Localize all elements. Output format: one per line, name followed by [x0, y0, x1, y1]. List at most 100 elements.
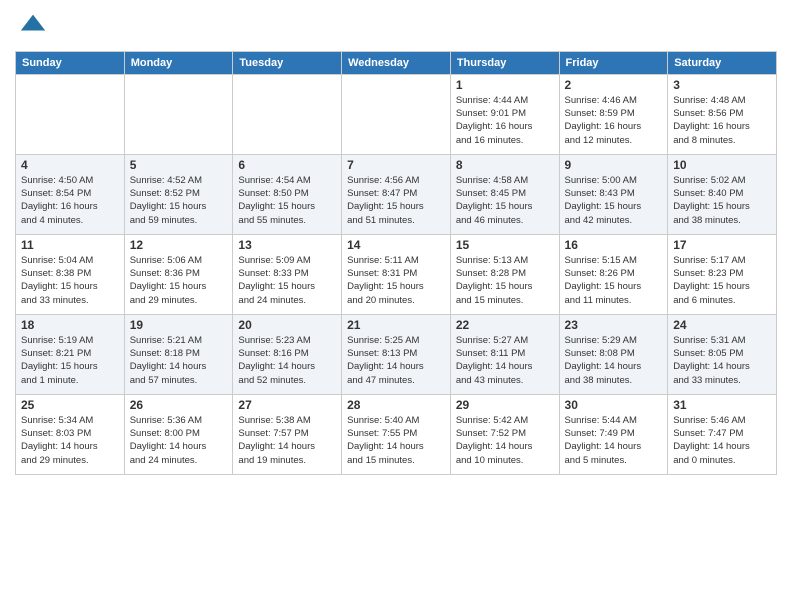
day-number: 2: [565, 78, 663, 92]
day-cell: 25 Sunrise: 5:34 AM Sunset: 8:03 PM Dayli…: [16, 394, 125, 474]
day-cell: 6 Sunrise: 4:54 AM Sunset: 8:50 PM Daylig…: [233, 154, 342, 234]
day-info: Sunrise: 5:17 AM Sunset: 8:23 PM Dayligh…: [673, 254, 771, 307]
week-row-3: 11 Sunrise: 5:04 AM Sunset: 8:38 PM Dayli…: [16, 234, 777, 314]
day-cell: 18Sunrise: 5:19 AM Sunset: 8:21 PM Dayli…: [16, 314, 125, 394]
weekday-header-row: SundayMondayTuesdayWednesdayThursdayFrid…: [16, 51, 777, 74]
day-cell: [124, 74, 233, 154]
day-info: Sunrise: 4:50 AM Sunset: 8:54 PM Dayligh…: [21, 174, 119, 227]
day-number: 15: [456, 238, 554, 252]
day-cell: 24 Sunrise: 5:31 AM Sunset: 8:05 PM Dayli…: [668, 314, 777, 394]
day-cell: 14 Sunrise: 5:11 AM Sunset: 8:31 PM Dayli…: [342, 234, 451, 314]
day-cell: 1Sunrise: 4:44 AM Sunset: 9:01 PM Daylig…: [450, 74, 559, 154]
weekday-header-wednesday: Wednesday: [342, 51, 451, 74]
day-cell: 26 Sunrise: 5:36 AM Sunset: 8:00 PM Dayli…: [124, 394, 233, 474]
day-cell: 15 Sunrise: 5:13 AM Sunset: 8:28 PM Dayli…: [450, 234, 559, 314]
day-info: Sunrise: 4:48 AM Sunset: 8:56 PM Dayligh…: [673, 94, 771, 147]
day-number: 24: [673, 318, 771, 332]
calendar: SundayMondayTuesdayWednesdayThursdayFrid…: [15, 51, 777, 475]
day-number: 19: [130, 318, 228, 332]
day-number: 10: [673, 158, 771, 172]
day-info: Sunrise: 5:06 AM Sunset: 8:36 PM Dayligh…: [130, 254, 228, 307]
day-number: 1: [456, 78, 554, 92]
week-row-5: 25 Sunrise: 5:34 AM Sunset: 8:03 PM Dayli…: [16, 394, 777, 474]
day-info: Sunrise: 4:58 AM Sunset: 8:45 PM Dayligh…: [456, 174, 554, 227]
day-info: Sunrise: 4:54 AM Sunset: 8:50 PM Dayligh…: [238, 174, 336, 227]
day-info: Sunrise: 5:11 AM Sunset: 8:31 PM Dayligh…: [347, 254, 445, 307]
day-number: 29: [456, 398, 554, 412]
day-number: 28: [347, 398, 445, 412]
day-number: 20: [238, 318, 336, 332]
day-number: 16: [565, 238, 663, 252]
day-info: Sunrise: 5:23 AM Sunset: 8:16 PM Dayligh…: [238, 334, 336, 387]
weekday-header-thursday: Thursday: [450, 51, 559, 74]
day-info: Sunrise: 5:40 AM Sunset: 7:55 PM Dayligh…: [347, 414, 445, 467]
day-number: 9: [565, 158, 663, 172]
day-number: 26: [130, 398, 228, 412]
day-cell: 22 Sunrise: 5:27 AM Sunset: 8:11 PM Dayli…: [450, 314, 559, 394]
day-number: 22: [456, 318, 554, 332]
day-number: 27: [238, 398, 336, 412]
day-number: 18: [21, 318, 119, 332]
day-number: 3: [673, 78, 771, 92]
day-cell: 30Sunrise: 5:44 AM Sunset: 7:49 PM Dayli…: [559, 394, 668, 474]
day-info: Sunrise: 5:09 AM Sunset: 8:33 PM Dayligh…: [238, 254, 336, 307]
header: [15, 10, 777, 43]
day-number: 14: [347, 238, 445, 252]
day-number: 7: [347, 158, 445, 172]
day-number: 6: [238, 158, 336, 172]
day-cell: 5Sunrise: 4:52 AM Sunset: 8:52 PM Daylig…: [124, 154, 233, 234]
day-cell: 20 Sunrise: 5:23 AM Sunset: 8:16 PM Dayli…: [233, 314, 342, 394]
day-info: Sunrise: 4:56 AM Sunset: 8:47 PM Dayligh…: [347, 174, 445, 227]
day-number: 12: [130, 238, 228, 252]
day-cell: 31 Sunrise: 5:46 AM Sunset: 7:47 PM Dayli…: [668, 394, 777, 474]
day-info: Sunrise: 4:52 AM Sunset: 8:52 PM Dayligh…: [130, 174, 228, 227]
day-cell: 7 Sunrise: 4:56 AM Sunset: 8:47 PM Daylig…: [342, 154, 451, 234]
day-cell: 23 Sunrise: 5:29 AM Sunset: 8:08 PM Dayli…: [559, 314, 668, 394]
day-number: 23: [565, 318, 663, 332]
day-info: Sunrise: 5:44 AM Sunset: 7:49 PM Dayligh…: [565, 414, 663, 467]
day-cell: [16, 74, 125, 154]
day-info: Sunrise: 5:36 AM Sunset: 8:00 PM Dayligh…: [130, 414, 228, 467]
day-cell: 16 Sunrise: 5:15 AM Sunset: 8:26 PM Dayli…: [559, 234, 668, 314]
day-cell: [342, 74, 451, 154]
day-info: Sunrise: 5:25 AM Sunset: 8:13 PM Dayligh…: [347, 334, 445, 387]
logo: [15, 10, 47, 43]
day-number: 11: [21, 238, 119, 252]
day-cell: 21 Sunrise: 5:25 AM Sunset: 8:13 PM Dayli…: [342, 314, 451, 394]
day-info: Sunrise: 5:27 AM Sunset: 8:11 PM Dayligh…: [456, 334, 554, 387]
day-info: Sunrise: 5:34 AM Sunset: 8:03 PM Dayligh…: [21, 414, 119, 467]
day-info: Sunrise: 5:42 AM Sunset: 7:52 PM Dayligh…: [456, 414, 554, 467]
day-info: Sunrise: 5:13 AM Sunset: 8:28 PM Dayligh…: [456, 254, 554, 307]
weekday-header-sunday: Sunday: [16, 51, 125, 74]
day-cell: 4Sunrise: 4:50 AM Sunset: 8:54 PM Daylig…: [16, 154, 125, 234]
day-cell: 13Sunrise: 5:09 AM Sunset: 8:33 PM Dayli…: [233, 234, 342, 314]
day-cell: 9 Sunrise: 5:00 AM Sunset: 8:43 PM Daylig…: [559, 154, 668, 234]
day-info: Sunrise: 5:15 AM Sunset: 8:26 PM Dayligh…: [565, 254, 663, 307]
day-info: Sunrise: 5:02 AM Sunset: 8:40 PM Dayligh…: [673, 174, 771, 227]
day-cell: [233, 74, 342, 154]
weekday-header-saturday: Saturday: [668, 51, 777, 74]
day-info: Sunrise: 5:46 AM Sunset: 7:47 PM Dayligh…: [673, 414, 771, 467]
day-cell: 11 Sunrise: 5:04 AM Sunset: 8:38 PM Dayli…: [16, 234, 125, 314]
day-info: Sunrise: 5:00 AM Sunset: 8:43 PM Dayligh…: [565, 174, 663, 227]
day-cell: 28 Sunrise: 5:40 AM Sunset: 7:55 PM Dayli…: [342, 394, 451, 474]
day-cell: 8Sunrise: 4:58 AM Sunset: 8:45 PM Daylig…: [450, 154, 559, 234]
day-cell: 29 Sunrise: 5:42 AM Sunset: 7:52 PM Dayli…: [450, 394, 559, 474]
weekday-header-monday: Monday: [124, 51, 233, 74]
day-info: Sunrise: 5:31 AM Sunset: 8:05 PM Dayligh…: [673, 334, 771, 387]
day-info: Sunrise: 5:38 AM Sunset: 7:57 PM Dayligh…: [238, 414, 336, 467]
day-cell: 2Sunrise: 4:46 AM Sunset: 8:59 PM Daylig…: [559, 74, 668, 154]
day-number: 25: [21, 398, 119, 412]
weekday-header-friday: Friday: [559, 51, 668, 74]
day-cell: 12 Sunrise: 5:06 AM Sunset: 8:36 PM Dayli…: [124, 234, 233, 314]
day-cell: 19Sunrise: 5:21 AM Sunset: 8:18 PM Dayli…: [124, 314, 233, 394]
day-number: 17: [673, 238, 771, 252]
week-row-2: 4Sunrise: 4:50 AM Sunset: 8:54 PM Daylig…: [16, 154, 777, 234]
day-info: Sunrise: 5:04 AM Sunset: 8:38 PM Dayligh…: [21, 254, 119, 307]
day-info: Sunrise: 5:29 AM Sunset: 8:08 PM Dayligh…: [565, 334, 663, 387]
page: SundayMondayTuesdayWednesdayThursdayFrid…: [0, 0, 792, 485]
day-number: 31: [673, 398, 771, 412]
day-number: 21: [347, 318, 445, 332]
day-cell: 17 Sunrise: 5:17 AM Sunset: 8:23 PM Dayli…: [668, 234, 777, 314]
day-cell: 27 Sunrise: 5:38 AM Sunset: 7:57 PM Dayli…: [233, 394, 342, 474]
